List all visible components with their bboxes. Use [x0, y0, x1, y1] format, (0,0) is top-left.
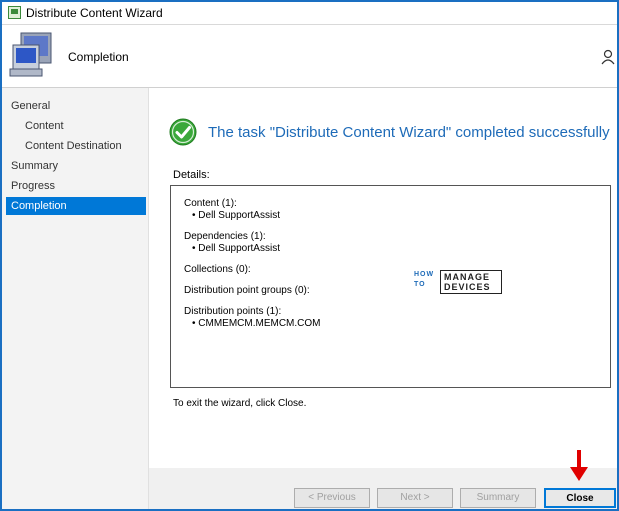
sidebar-item-completion[interactable]: Completion: [6, 197, 146, 215]
details-panel[interactable]: Content (1): • Dell SupportAssist Depend…: [170, 185, 611, 388]
dp-heading: Distribution points (1):: [184, 306, 282, 317]
next-button[interactable]: Next >: [377, 488, 453, 508]
dependencies-heading: Dependencies (1):: [184, 231, 266, 242]
sidebar-item-progress[interactable]: Progress: [6, 177, 146, 195]
success-check-icon: [169, 118, 197, 146]
watermark-how: HOW: [414, 271, 435, 278]
watermark-devices: DEVICES: [444, 282, 491, 292]
previous-button[interactable]: < Previous: [294, 488, 370, 508]
details-collections-group: Collections (0):: [184, 264, 610, 276]
collections-heading: Collections (0):: [184, 264, 251, 275]
sidebar-item-general[interactable]: General: [6, 97, 146, 115]
status-message: The task "Distribute Content Wizard" com…: [208, 124, 610, 141]
content-heading: Content (1):: [184, 198, 237, 209]
wizard-header: Completion: [2, 25, 617, 88]
details-label: Details:: [173, 169, 210, 181]
dp-item: • CMMEMCM.MEMCM.COM: [192, 318, 321, 329]
wizard-window: Distribute Content Wizard Completion Gen…: [0, 0, 619, 511]
summary-button[interactable]: Summary: [460, 488, 536, 508]
page-title: Completion: [68, 50, 129, 64]
computer-icon: [9, 32, 52, 77]
details-dp-group: Distribution points (1): • CMMEMCM.MEMCM…: [184, 306, 610, 330]
sidebar-item-content-destination[interactable]: Content Destination: [6, 137, 146, 155]
user-icon: [601, 49, 615, 65]
arrow-down-icon: [570, 450, 588, 481]
dp-groups-heading: Distribution point groups (0):: [184, 285, 310, 296]
details-dependencies-group: Dependencies (1): • Dell SupportAssist: [184, 231, 610, 255]
wizard-content: The task "Distribute Content Wizard" com…: [149, 88, 617, 468]
wizard-footer: < Previous Next > Summary Close: [149, 468, 617, 509]
watermark-manage: MANAGE: [444, 272, 490, 282]
sidebar-item-summary[interactable]: Summary: [6, 157, 146, 175]
watermark-to: TO: [414, 281, 426, 288]
details-content-group: Content (1): • Dell SupportAssist: [184, 198, 610, 222]
window-title: Distribute Content Wizard: [26, 6, 163, 20]
exit-hint: To exit the wizard, click Close.: [173, 398, 307, 409]
dependencies-item: • Dell SupportAssist: [192, 243, 280, 254]
details-dp-groups-group: Distribution point groups (0):: [184, 285, 610, 297]
sidebar-item-content[interactable]: Content: [6, 117, 146, 135]
watermark-box: MANAGE DEVICES: [440, 270, 502, 294]
wizard-app-icon: [8, 6, 21, 19]
close-button[interactable]: Close: [544, 488, 616, 508]
content-item: • Dell SupportAssist: [192, 210, 280, 221]
watermark-logo: HOW TO MANAGE DEVICES: [414, 270, 504, 294]
wizard-steps-sidebar: General Content Content Destination Summ…: [2, 88, 149, 509]
title-bar: Distribute Content Wizard: [2, 2, 617, 25]
